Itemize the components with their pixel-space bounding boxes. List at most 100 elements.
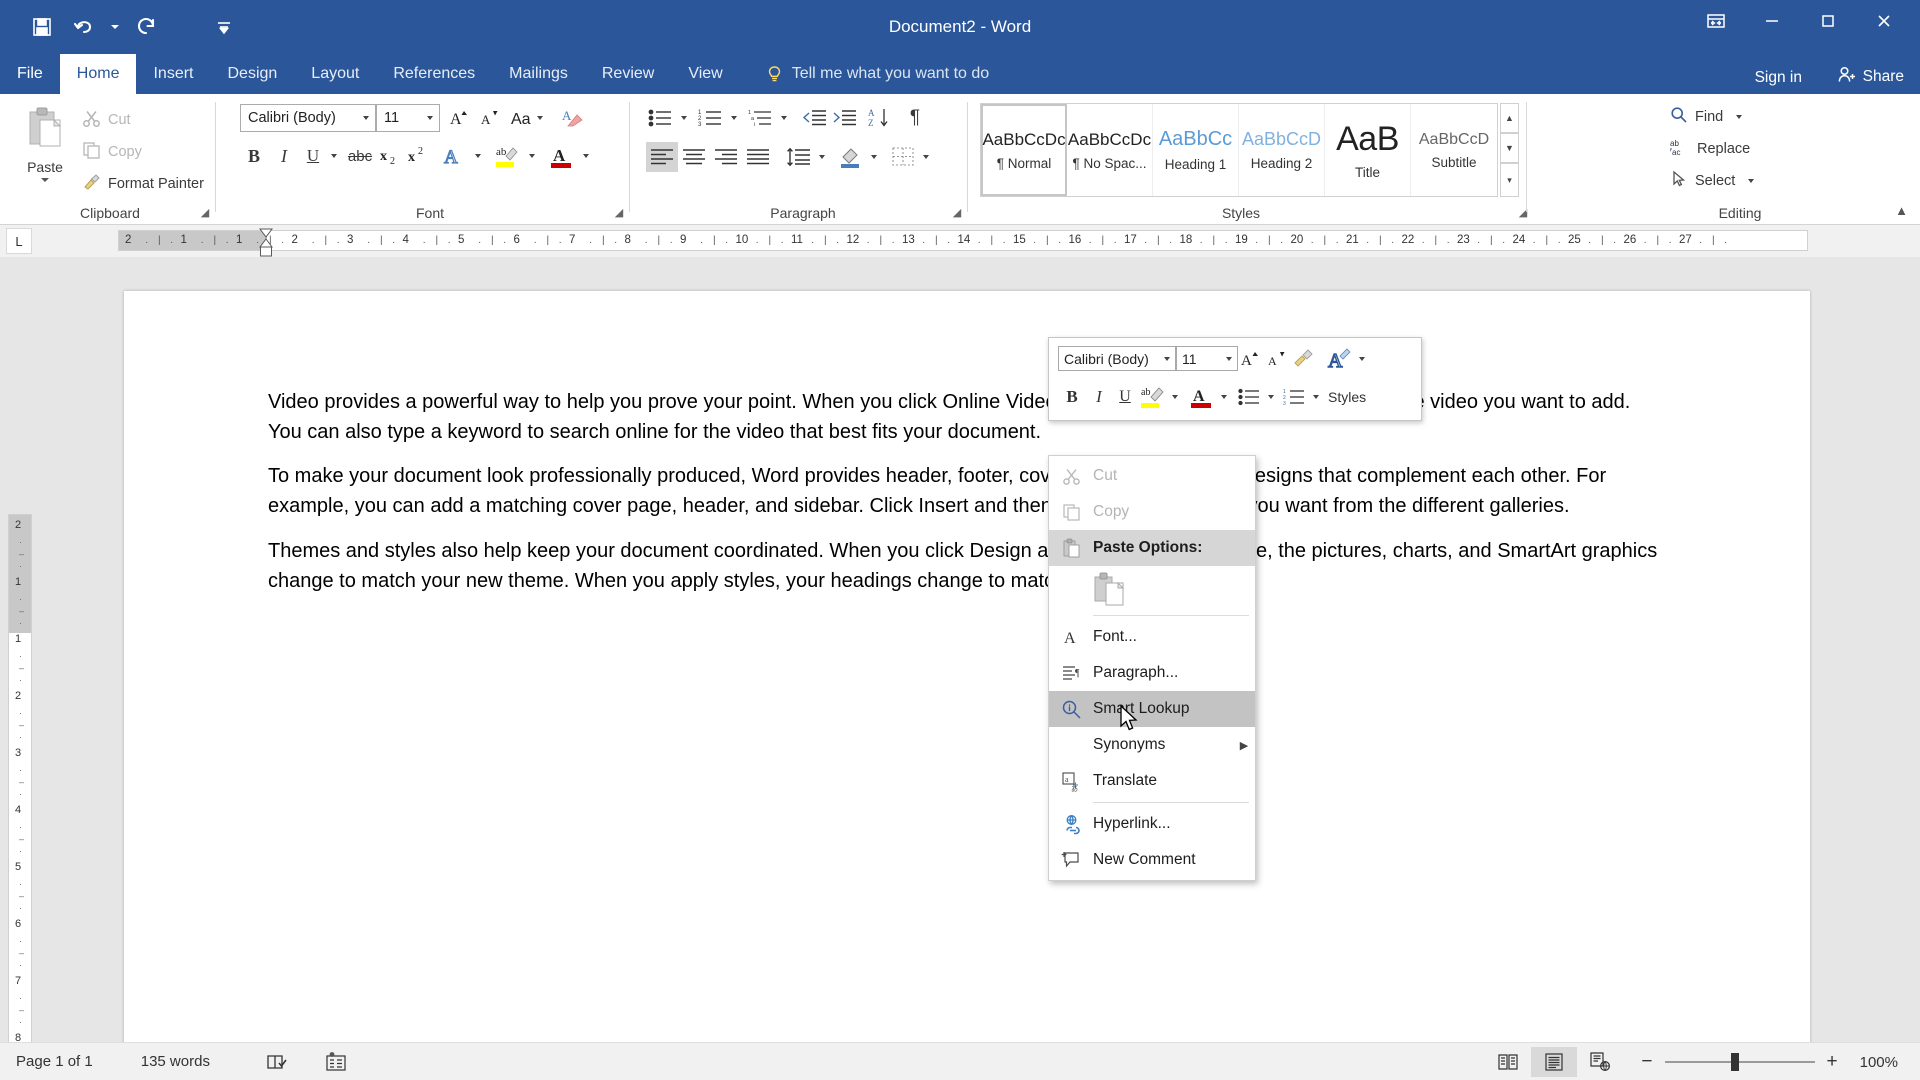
bullets-dropdown-icon[interactable] bbox=[676, 104, 692, 132]
tab-insert[interactable]: Insert bbox=[136, 54, 210, 94]
customize-quick-access-icon[interactable] bbox=[204, 9, 244, 45]
view-read-mode[interactable] bbox=[1485, 1047, 1531, 1077]
proofing-icon[interactable] bbox=[266, 1052, 290, 1072]
mini-text-effects-dropdown-icon[interactable] bbox=[1356, 346, 1368, 371]
superscript-icon[interactable]: x2 bbox=[406, 142, 432, 170]
sign-in-button[interactable]: Sign in bbox=[1755, 69, 1802, 87]
borders-dropdown-icon[interactable] bbox=[918, 142, 934, 172]
mini-bullets-dropdown-icon[interactable] bbox=[1264, 383, 1277, 411]
font-dialog-launcher[interactable]: ◢ bbox=[612, 206, 626, 220]
numbering-dropdown-icon[interactable] bbox=[726, 104, 742, 132]
font-name-combobox[interactable]: Calibri (Body) bbox=[240, 104, 376, 132]
style-heading-1[interactable]: AaBbCc Heading 1 bbox=[1153, 104, 1239, 196]
copy-button[interactable]: Copy bbox=[82, 140, 142, 164]
mini-text-effects-icon[interactable]: A bbox=[1326, 346, 1356, 371]
save-icon[interactable] bbox=[22, 9, 62, 45]
context-menu-item-hyperlink[interactable]: Hyperlink... bbox=[1049, 806, 1255, 842]
styles-scroll-down-icon[interactable]: ▼ bbox=[1500, 133, 1519, 163]
font-color-icon[interactable]: A bbox=[546, 142, 578, 172]
cut-button[interactable]: Cut bbox=[82, 108, 131, 132]
context-menu[interactable]: Cut Copy Paste Options: A Font... ¶ Para… bbox=[1048, 455, 1256, 881]
highlight-dropdown-icon[interactable] bbox=[524, 142, 540, 170]
justify-icon[interactable] bbox=[742, 142, 774, 172]
mini-italic-icon[interactable]: I bbox=[1086, 383, 1112, 411]
ribbon-display-options-icon[interactable] bbox=[1688, 0, 1744, 42]
document-paragraph-1[interactable]: Video provides a powerful way to help yo… bbox=[268, 387, 1668, 447]
text-effects-icon[interactable]: A bbox=[440, 142, 470, 170]
align-center-icon[interactable] bbox=[678, 142, 710, 172]
font-size-combobox[interactable]: 11 bbox=[376, 104, 440, 132]
increase-indent-icon[interactable] bbox=[830, 104, 860, 132]
italic-icon[interactable]: I bbox=[270, 142, 298, 170]
select-button[interactable]: Select bbox=[1670, 168, 1755, 194]
context-menu-item-copy[interactable]: Copy bbox=[1049, 494, 1255, 530]
replace-button[interactable]: ab ac Replace bbox=[1669, 136, 1750, 162]
mini-font-size-combobox[interactable]: 11 bbox=[1176, 346, 1238, 371]
mini-highlight-dropdown-icon[interactable] bbox=[1168, 383, 1181, 411]
mini-font-name-dropdown-icon[interactable] bbox=[1159, 356, 1175, 361]
word-count[interactable]: 135 words bbox=[141, 1053, 210, 1070]
context-menu-item-translate[interactable]: a あ Translate bbox=[1049, 763, 1255, 799]
undo-icon[interactable] bbox=[64, 9, 104, 45]
zoom-slider[interactable] bbox=[1664, 1052, 1815, 1072]
context-menu-item-paragraph[interactable]: ¶ Paragraph... bbox=[1049, 655, 1255, 691]
paste-keep-source-formatting-icon[interactable] bbox=[1093, 571, 1127, 607]
maximize-icon[interactable] bbox=[1800, 0, 1856, 42]
document-paragraph-2[interactable]: To make your document look professionall… bbox=[268, 461, 1668, 521]
clipboard-dialog-launcher[interactable]: ◢ bbox=[198, 206, 212, 220]
horizontal-ruler-strip[interactable]: 2 · | · 1 · | · 1 · | · 2 · | · 3 · | · 4 · | · 5 · | · 6 · | · 7 · | · 8 · | ·… bbox=[118, 230, 1808, 251]
mini-styles-button[interactable]: Styles bbox=[1328, 383, 1366, 411]
tab-review[interactable]: Review bbox=[585, 54, 671, 94]
style-no-spacing[interactable]: AaBbCcDc ¶ No Spac... bbox=[1067, 104, 1153, 196]
zoom-out-button[interactable]: − bbox=[1641, 1051, 1652, 1073]
line-spacing-icon[interactable] bbox=[784, 142, 814, 172]
tab-view[interactable]: View bbox=[671, 54, 739, 94]
style-title[interactable]: AaB Title bbox=[1325, 104, 1411, 196]
paragraph-dialog-launcher[interactable]: ◢ bbox=[950, 206, 964, 220]
shading-dropdown-icon[interactable] bbox=[866, 142, 882, 172]
styles-dialog-launcher[interactable]: ◢ bbox=[1516, 206, 1530, 220]
shading-icon[interactable] bbox=[836, 142, 866, 172]
change-case-icon[interactable]: Aa bbox=[508, 104, 550, 132]
tell-me-search[interactable]: Tell me what you want to do bbox=[766, 54, 989, 94]
strikethrough-icon[interactable]: abc bbox=[346, 142, 374, 170]
style-heading-2[interactable]: AaBbCcD Heading 2 bbox=[1239, 104, 1325, 196]
accessibility-icon[interactable] bbox=[324, 1051, 348, 1073]
document-paragraph-3[interactable]: Themes and styles also help keep your do… bbox=[268, 536, 1668, 596]
align-left-icon[interactable] bbox=[646, 142, 678, 172]
tab-mailings[interactable]: Mailings bbox=[492, 54, 585, 94]
sort-icon[interactable]: A Z bbox=[866, 104, 896, 132]
format-painter-button[interactable]: Format Painter bbox=[82, 172, 204, 196]
context-menu-item-smart-lookup[interactable]: Smart Lookup bbox=[1049, 691, 1255, 727]
mini-bold-icon[interactable]: B bbox=[1058, 383, 1086, 411]
grow-font-icon[interactable]: A bbox=[446, 104, 474, 132]
context-menu-item-cut[interactable]: Cut bbox=[1049, 458, 1255, 494]
zoom-level[interactable]: 100% bbox=[1860, 1054, 1898, 1071]
clear-formatting-icon[interactable]: A bbox=[558, 104, 588, 132]
mini-formatting-toolbar[interactable]: Calibri (Body) 11 A A A B I U ab A 1 2 3… bbox=[1048, 337, 1422, 421]
page-indicator[interactable]: Page 1 of 1 bbox=[16, 1053, 93, 1070]
tab-home[interactable]: Home bbox=[59, 54, 137, 94]
context-menu-item-new-comment[interactable]: New Comment bbox=[1049, 842, 1255, 878]
undo-dropdown-icon[interactable] bbox=[106, 9, 124, 45]
select-dropdown-icon[interactable] bbox=[1748, 179, 1755, 183]
styles-scroll-up-icon[interactable]: ▲ bbox=[1500, 103, 1519, 133]
font-name-dropdown-icon[interactable] bbox=[357, 116, 375, 120]
mini-font-name-combobox[interactable]: Calibri (Body) bbox=[1058, 346, 1176, 371]
highlight-icon[interactable]: ab bbox=[492, 142, 524, 172]
tab-selector[interactable]: L bbox=[6, 228, 32, 254]
subscript-icon[interactable]: x2 bbox=[378, 142, 404, 170]
view-web-layout[interactable] bbox=[1577, 1047, 1623, 1077]
tab-layout[interactable]: Layout bbox=[294, 54, 376, 94]
underline-icon[interactable]: U bbox=[300, 142, 326, 170]
bullets-icon[interactable] bbox=[646, 104, 676, 132]
mini-shrink-font-icon[interactable]: A bbox=[1264, 346, 1290, 371]
mini-numbering-dropdown-icon[interactable] bbox=[1309, 383, 1322, 411]
borders-icon[interactable] bbox=[888, 142, 918, 172]
paste-dropdown-icon[interactable] bbox=[41, 178, 49, 182]
context-menu-paste-option-keep-source[interactable] bbox=[1049, 566, 1255, 612]
zoom-thumb[interactable] bbox=[1730, 1053, 1739, 1071]
mini-font-size-dropdown-icon[interactable] bbox=[1221, 356, 1237, 361]
tab-file[interactable]: File bbox=[0, 54, 60, 94]
mini-underline-icon[interactable]: U bbox=[1112, 383, 1138, 411]
